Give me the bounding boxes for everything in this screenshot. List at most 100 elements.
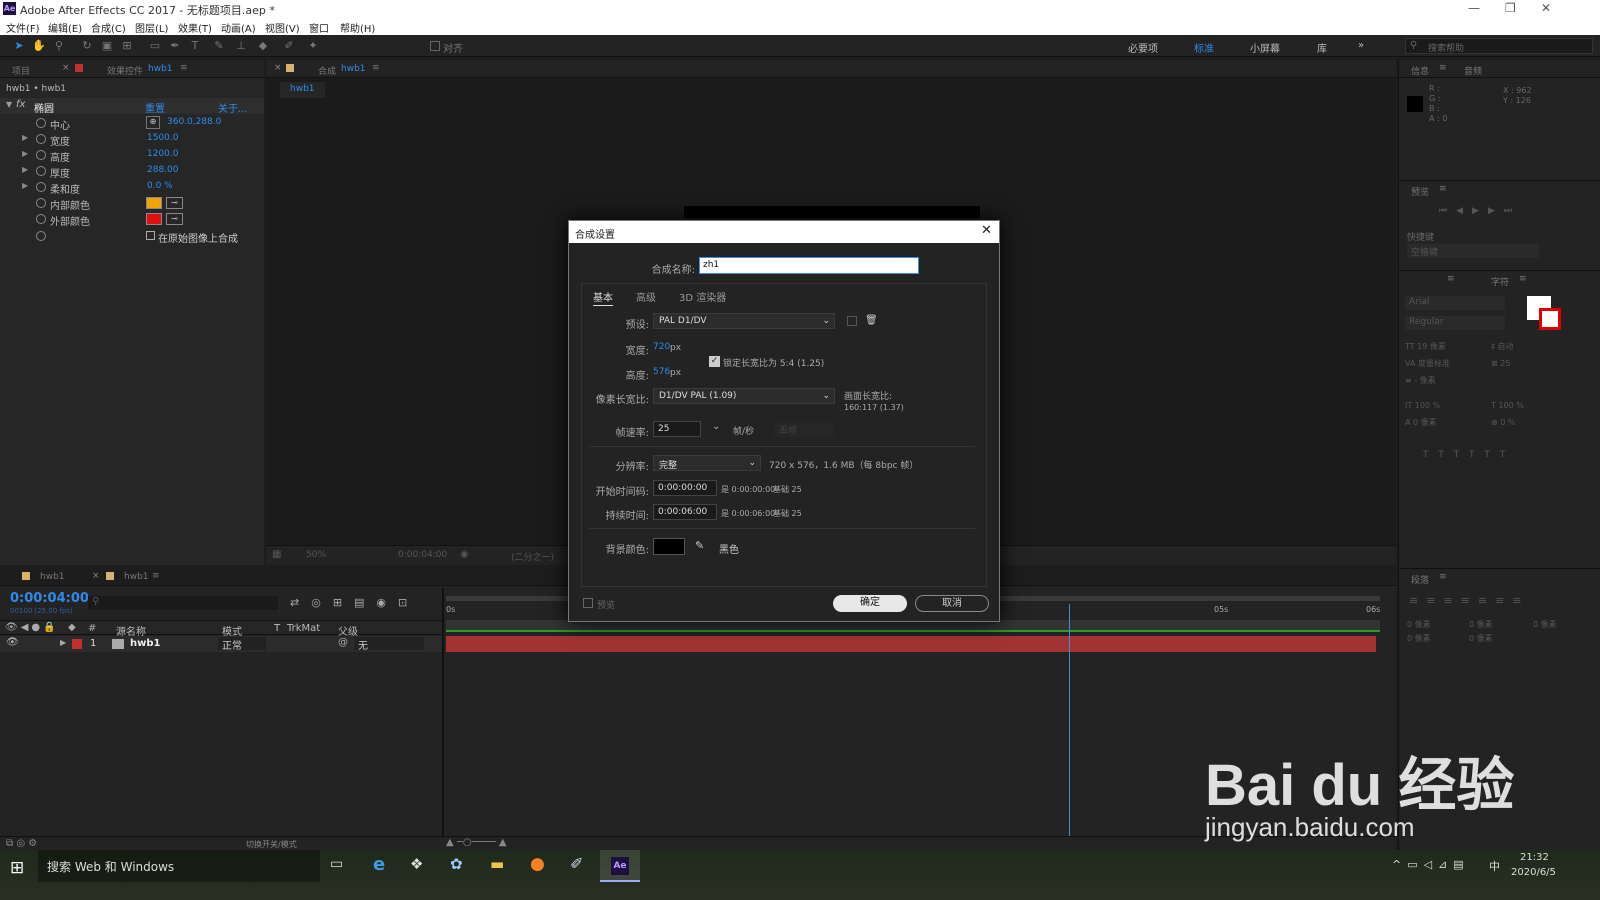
menu-help[interactable]: 帮助(H)	[340, 20, 375, 35]
expand-arrow-icon[interactable]: ▶	[22, 181, 28, 190]
text-tool-icon[interactable]: T	[188, 39, 202, 53]
font-style-dropdown[interactable]: Regular	[1405, 316, 1505, 330]
panel-menu-icon[interactable]: ≡	[1519, 274, 1527, 284]
inner-color-swatch[interactable]	[146, 197, 162, 209]
save-preset-icon[interactable]	[847, 316, 857, 326]
bg-color-swatch[interactable]	[653, 538, 685, 555]
tab-audio[interactable]: 音频	[1464, 64, 1482, 77]
expand-arrow-icon[interactable]: ▶	[60, 638, 66, 647]
eyedropper-icon[interactable]: ✎	[695, 539, 704, 552]
menu-file[interactable]: 文件(F)	[6, 20, 40, 35]
workspace-libraries[interactable]: 库	[1317, 40, 1327, 55]
panel-menu-icon[interactable]: ≡	[1439, 572, 1447, 582]
menu-view[interactable]: 视图(V)	[265, 20, 300, 35]
panel-menu-icon[interactable]: ≡	[180, 63, 188, 73]
prop-value[interactable]: 288.00	[147, 165, 179, 175]
panel-menu-icon[interactable]: ≡	[152, 571, 160, 581]
clock-date[interactable]: 2020/6/5	[1511, 867, 1556, 878]
tab-effect-controls[interactable]: 效果控件	[107, 64, 143, 77]
expand-arrow-icon[interactable]: ▶	[22, 149, 28, 158]
prop-value[interactable]: 0.0 %	[147, 181, 173, 191]
cancel-button[interactable]: 取消	[915, 595, 989, 612]
resolution-dropdown[interactable]: (二分之一)	[511, 550, 554, 563]
timeline-switches[interactable]: ⇄◎⊞▤◉⊡	[290, 596, 419, 609]
font-family-dropdown[interactable]: Arial	[1405, 296, 1505, 310]
magnify-icon[interactable]: ▦	[272, 549, 281, 560]
pan-behind-tool-icon[interactable]: ⊞	[120, 39, 134, 53]
panel-menu-icon[interactable]: ≡	[1439, 63, 1447, 73]
start-timecode-input[interactable]: 0:00:00:00	[653, 480, 717, 496]
close-tab-icon[interactable]: ×	[92, 571, 100, 581]
minimize-button[interactable]: —	[1468, 1, 1480, 15]
duration-input[interactable]: 0:00:06:00	[653, 504, 717, 520]
selection-tool-icon[interactable]: ➤	[12, 39, 26, 53]
camera-tool-icon[interactable]: ▣	[100, 39, 114, 53]
stopwatch-icon[interactable]	[36, 166, 46, 176]
playback-controls[interactable]: ⏮◀▶▶⏭	[1439, 206, 1521, 216]
tab-project[interactable]: 项目	[12, 64, 30, 77]
stopwatch-icon[interactable]	[36, 231, 46, 241]
tab-basic[interactable]: 基本	[593, 289, 613, 306]
zoom-dropdown[interactable]: 50%	[306, 550, 326, 560]
eyedropper-icon[interactable]: ⊸	[166, 197, 183, 209]
workspace-small-screen[interactable]: 小屏幕	[1250, 40, 1280, 55]
help-search-box[interactable]: ⚲ 搜索帮助	[1405, 38, 1593, 54]
roto-brush-tool-icon[interactable]: ✐	[282, 39, 296, 53]
clock-time[interactable]: 21:32	[1520, 852, 1549, 863]
firefox-icon[interactable]: ●	[530, 854, 545, 874]
composite-checkbox[interactable]	[146, 231, 155, 240]
clone-stamp-tool-icon[interactable]: ⊥	[234, 39, 248, 53]
panel-menu-icon[interactable]: ≡	[372, 63, 380, 73]
close-icon[interactable]: ✕	[981, 223, 992, 238]
reset-link[interactable]: 重置	[145, 100, 165, 115]
menu-animation[interactable]: 动画(A)	[221, 20, 256, 35]
outer-color-swatch[interactable]	[146, 213, 162, 225]
menu-window[interactable]: 窗口	[309, 20, 329, 35]
fps-dropdown-arrow[interactable]: ⌄	[712, 421, 720, 432]
workspace-standard[interactable]: 标准	[1194, 40, 1214, 55]
menu-edit[interactable]: 编辑(E)	[48, 20, 82, 35]
about-link[interactable]: 关于...	[218, 100, 248, 115]
layer-duration-bar[interactable]	[446, 636, 1376, 652]
fx-icon[interactable]: fx	[16, 99, 25, 110]
prop-value[interactable]: 1500.0	[147, 133, 179, 143]
menu-effect[interactable]: 效果(T)	[178, 20, 212, 35]
more-workspaces-icon[interactable]: »	[1358, 40, 1364, 51]
tab-character[interactable]: 字符	[1491, 275, 1509, 288]
tab-paragraph[interactable]: 段落	[1411, 573, 1429, 586]
visibility-eye-icon[interactable]: 👁	[6, 637, 19, 648]
ime-indicator[interactable]: 中	[1489, 858, 1500, 874]
panel-menu-icon[interactable]: ≡	[1439, 184, 1447, 194]
system-tray-icons[interactable]: ^▭◁⊿▤	[1392, 858, 1470, 871]
ok-button[interactable]: 确定	[833, 595, 907, 612]
toggle-switches-modes[interactable]: 切换开关/模式	[246, 839, 297, 850]
pick-whip-icon[interactable]: @	[338, 637, 348, 648]
rectangle-tool-icon[interactable]: ▭	[148, 39, 162, 53]
pen-tool-icon[interactable]: ✒	[168, 39, 182, 53]
stopwatch-icon[interactable]	[36, 118, 46, 128]
tab-info[interactable]: 信息	[1411, 64, 1429, 77]
align-checkbox[interactable]	[430, 41, 440, 51]
timeline-current-time[interactable]: 0:00:04:00	[10, 591, 89, 606]
prop-value[interactable]: 1200.0	[147, 149, 179, 159]
footer-icons[interactable]: ⧉ ◎ ⚙	[6, 838, 37, 849]
task-view-icon[interactable]: ▭	[330, 856, 343, 872]
stopwatch-icon[interactable]	[36, 150, 46, 160]
eyedropper-icon[interactable]: ⊸	[166, 213, 183, 225]
width-value[interactable]: 720	[653, 342, 670, 352]
shortcut-dropdown[interactable]: 空格键	[1407, 244, 1539, 258]
zoom-slider[interactable]: ▲ ─○──── ▲	[446, 837, 507, 848]
app-icon-1[interactable]: ❖	[410, 855, 423, 873]
col-trkmat[interactable]: TrkMat	[287, 623, 320, 634]
text-style-buttons[interactable]: TTTTTT	[1423, 450, 1515, 460]
after-effects-taskbar-button[interactable]: Ae	[600, 850, 640, 882]
stroke-color-swatch[interactable]	[1539, 308, 1561, 330]
layer-mode-dropdown[interactable]: 正常	[218, 637, 266, 652]
timeline-tab-1[interactable]: hwb1	[40, 572, 65, 582]
layer-row[interactable]: 👁 ▶ 1 hwb1 正常 @ 无	[0, 636, 444, 652]
tab-3d-renderer[interactable]: 3D 渲染器	[679, 289, 726, 304]
crosshair-icon[interactable]: ⊕	[146, 116, 160, 129]
close-tab-icon[interactable]: ×	[62, 63, 70, 73]
comp-tab-name[interactable]: hwb1	[341, 64, 366, 74]
tab-advanced[interactable]: 高级	[636, 289, 656, 304]
